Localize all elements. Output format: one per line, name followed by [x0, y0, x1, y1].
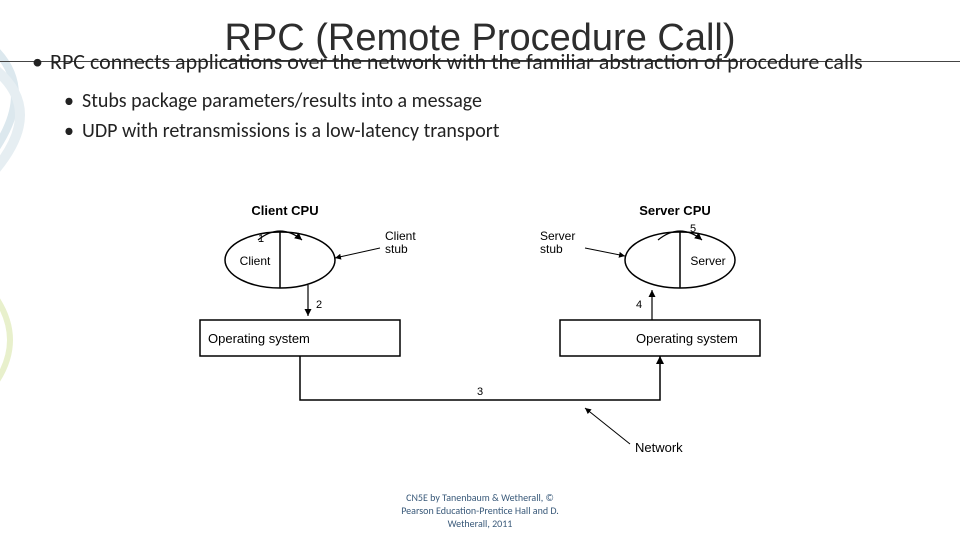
- label-1: 1: [258, 233, 264, 245]
- label-client: Client: [240, 254, 271, 268]
- label-4: 4: [636, 299, 642, 311]
- label-network: Network: [635, 440, 683, 455]
- label-client-cpu: Client CPU: [251, 203, 318, 218]
- label-client-stub: Client stub: [385, 229, 419, 256]
- label-os-right: Operating system: [636, 331, 738, 346]
- label-server: Server: [690, 254, 725, 268]
- slide-content: RPC connects applications over the netwo…: [30, 48, 940, 147]
- rpc-diagram: Client CPU Server CPU Client Client stub…: [180, 200, 780, 480]
- label-server-stub: Server stub: [540, 229, 579, 256]
- bullet-sub-1: Stubs package parameters/results into a …: [30, 87, 940, 115]
- label-os-left: Operating system: [208, 331, 310, 346]
- bullet-main: RPC connects applications over the netwo…: [30, 48, 940, 77]
- bullet-sub-2: UDP with retransmissions is a low-latenc…: [30, 117, 940, 145]
- label-2: 2: [316, 299, 322, 311]
- label-5: 5: [690, 223, 696, 235]
- label-server-cpu: Server CPU: [639, 203, 711, 218]
- label-3: 3: [477, 386, 483, 398]
- credit-text: CN5E by Tanenbaum & Wetherall, © Pearson…: [0, 491, 960, 530]
